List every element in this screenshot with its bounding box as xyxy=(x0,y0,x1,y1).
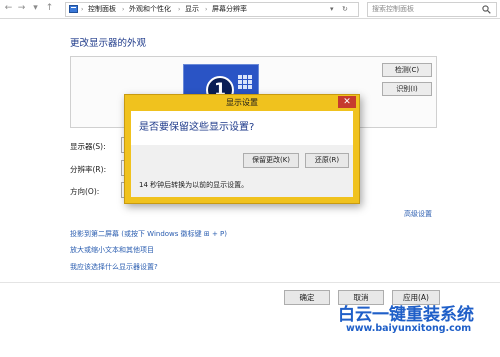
history-dropdown-icon[interactable]: ▾ xyxy=(30,3,41,14)
divider xyxy=(0,282,500,283)
watermark-title: 白云一键重装系统 xyxy=(338,305,474,325)
address-bar-row: ← → ▾ ↑ › 控制面板 › 外观和个性化 › 显示 › 屏幕分辨率 ▾ ↻… xyxy=(0,0,500,19)
display-settings-dialog: 显示设置 ✕ 是否要保留这些显示设置? 保留更改(K) 还原(R) 14 秒钟后… xyxy=(124,94,360,204)
project-second-screen-link[interactable]: 投影到第二屏幕 (或按下 Windows 徽标键 ⊞ + P) xyxy=(70,229,227,239)
search-box[interactable]: 搜索控制面板 xyxy=(367,2,497,17)
breadcrumb-separator: › xyxy=(81,6,84,13)
back-arrow-icon[interactable]: ← xyxy=(3,3,14,14)
search-placeholder: 搜索控制面板 xyxy=(372,5,414,13)
resolution-label: 分辨率(R): xyxy=(70,165,107,174)
breadcrumb-display[interactable]: 显示 xyxy=(185,4,199,15)
breadcrumb-appearance[interactable]: 外观和个性化 xyxy=(129,4,171,15)
breadcrumb-screen-resolution[interactable]: 屏幕分辨率 xyxy=(212,4,247,15)
dialog-title: 显示设置 xyxy=(226,98,258,107)
close-icon[interactable]: ✕ xyxy=(338,96,356,108)
address-box[interactable]: › 控制面板 › 外观和个性化 › 显示 › 屏幕分辨率 ▾ ↻ xyxy=(65,2,359,17)
refresh-icon[interactable]: ↻ xyxy=(342,4,348,15)
advanced-settings-link[interactable]: 高级设置 xyxy=(404,209,432,219)
detect-button[interactable]: 检测(C) xyxy=(382,63,432,77)
dialog-body: 是否要保留这些显示设置? 保留更改(K) 还原(R) 14 秒钟后转换为以前的显… xyxy=(131,111,353,197)
breadcrumb-separator: › xyxy=(122,6,125,13)
display-help-link[interactable]: 我应该选择什么显示器设置? xyxy=(70,262,158,272)
watermark-url: www.baiyunxitong.com xyxy=(346,323,472,334)
breadcrumb-separator: › xyxy=(205,6,208,13)
display-label: 显示器(S): xyxy=(70,142,106,151)
control-panel-icon xyxy=(69,5,78,13)
page-title: 更改显示器的外观 xyxy=(70,38,147,49)
text-size-link[interactable]: 放大或缩小文本和其他项目 xyxy=(70,245,154,255)
dialog-question: 是否要保留这些显示设置? xyxy=(139,122,255,133)
breadcrumb-control-panel[interactable]: 控制面板 xyxy=(88,4,116,15)
breadcrumb-separator: › xyxy=(178,6,181,13)
search-icon xyxy=(482,5,491,14)
ok-button[interactable]: 确定 xyxy=(284,290,330,305)
identify-button[interactable]: 识别(I) xyxy=(382,82,432,96)
up-arrow-icon[interactable]: ↑ xyxy=(44,3,55,14)
keep-changes-button[interactable]: 保留更改(K) xyxy=(243,153,299,168)
countdown-text: 14 秒钟后转换为以前的显示设置。 xyxy=(139,181,249,189)
address-dropdown-icon[interactable]: ▾ xyxy=(330,4,334,15)
revert-button[interactable]: 还原(R) xyxy=(305,153,349,168)
orientation-label: 方向(O): xyxy=(70,187,100,196)
forward-arrow-icon[interactable]: → xyxy=(16,3,27,14)
dialog-button-area: 保留更改(K) 还原(R) 14 秒钟后转换为以前的显示设置。 xyxy=(131,145,353,197)
